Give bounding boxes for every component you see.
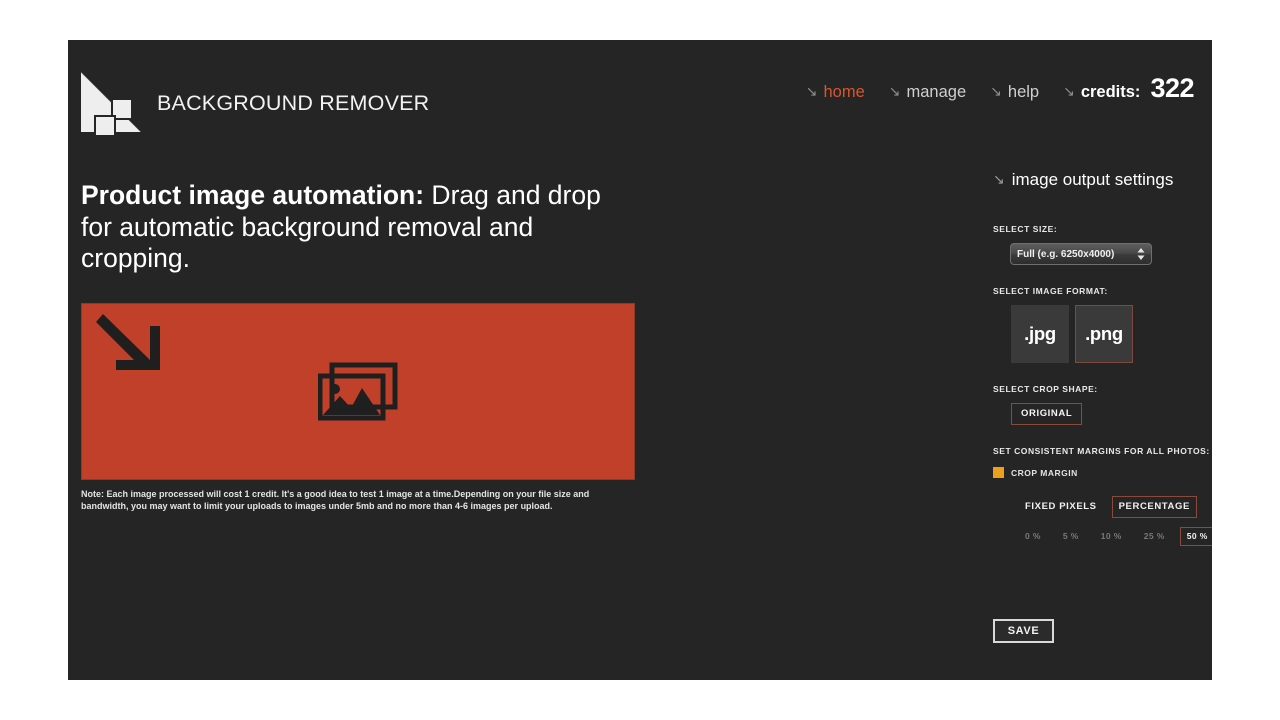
size-select[interactable]: Full (e.g. 6250x4000) — [1010, 243, 1152, 265]
arrow-down-right-large-icon — [92, 312, 164, 380]
app-window: BACKGROUND REMOVER ↘ home ↘ manage ↘ hel… — [68, 40, 1212, 680]
nav-item-label: manage — [907, 83, 967, 102]
margin-unit-percentage[interactable]: PERCENTAGE — [1112, 496, 1197, 518]
arrow-down-right-icon: ↘ — [990, 84, 1002, 98]
margin-unit-toggle: FIXED PIXELS PERCENTAGE — [1018, 496, 1208, 518]
arrow-down-right-icon: ↘ — [806, 84, 818, 98]
select-crop-shape-label: SELECT CROP SHAPE: — [993, 384, 1208, 394]
nav-item-label: help — [1008, 83, 1039, 102]
crop-shape-option-original[interactable]: ORIGINAL — [1011, 403, 1082, 425]
image-output-settings-panel: ↘ image output settings SELECT SIZE: Ful… — [993, 170, 1208, 643]
margins-group: SET CONSISTENT MARGINS FOR ALL PHOTOS: C… — [993, 446, 1208, 546]
crop-margin-checkbox[interactable] — [993, 467, 1004, 478]
image-dropzone[interactable] — [81, 303, 635, 480]
margin-percentage-50[interactable]: 50 % — [1180, 527, 1212, 546]
select-size-label: SELECT SIZE: — [993, 224, 1208, 234]
crop-shape-options: ORIGINAL — [1011, 403, 1208, 425]
nav-item-label: home — [824, 83, 865, 102]
nav-item-home[interactable]: ↘ home — [806, 83, 865, 102]
nav-item-credits[interactable]: ↘ credits: 322 — [1063, 73, 1194, 104]
nav-item-manage[interactable]: ↘ manage — [889, 83, 966, 102]
select-crop-shape-group: SELECT CROP SHAPE: ORIGINAL — [993, 384, 1208, 425]
brand-name: BACKGROUND REMOVER — [157, 91, 429, 116]
app-header: BACKGROUND REMOVER ↘ home ↘ manage ↘ hel… — [68, 40, 1212, 145]
arrow-down-right-icon: ↘ — [1063, 84, 1075, 98]
save-button[interactable]: SAVE — [993, 619, 1054, 643]
brand: BACKGROUND REMOVER — [81, 72, 429, 134]
crop-margin-label: CROP MARGIN — [1011, 468, 1078, 478]
format-option-png[interactable]: .png — [1075, 305, 1133, 363]
select-format-group: SELECT IMAGE FORMAT: .jpg .png — [993, 286, 1208, 363]
page-title: Product image automation: Drag and drop … — [81, 180, 626, 275]
select-size-control[interactable]: Full (e.g. 6250x4000) — [1010, 243, 1152, 265]
arrow-down-right-icon: ↘ — [889, 84, 901, 98]
stacked-photos-icon — [318, 362, 398, 422]
margin-percentage-10[interactable]: 10 % — [1094, 527, 1129, 546]
arrow-down-right-icon: ↘ — [993, 172, 1005, 186]
settings-panel-title-label: image output settings — [1012, 170, 1174, 190]
select-format-label: SELECT IMAGE FORMAT: — [993, 286, 1208, 296]
margin-unit-fixed-pixels[interactable]: FIXED PIXELS — [1018, 496, 1104, 518]
triangle-squares-logo-icon — [81, 72, 143, 134]
format-option-jpg[interactable]: .jpg — [1011, 305, 1069, 363]
format-options: .jpg .png — [1011, 305, 1208, 363]
margins-label: SET CONSISTENT MARGINS FOR ALL PHOTOS: — [993, 446, 1208, 456]
logo-square-lower — [94, 115, 116, 137]
margin-percentage-25[interactable]: 25 % — [1137, 527, 1172, 546]
page-title-strong: Product image automation: — [81, 180, 424, 210]
main-nav: ↘ home ↘ manage ↘ help ↘ credits: 322 — [806, 73, 1194, 104]
select-size-group: SELECT SIZE: Full (e.g. 6250x4000) — [993, 224, 1208, 265]
upload-note: Note: Each image processed will cost 1 c… — [81, 488, 633, 512]
credits-label: credits: — [1081, 83, 1141, 102]
margin-percentage-5[interactable]: 5 % — [1056, 527, 1086, 546]
credits-value: 322 — [1150, 73, 1194, 104]
margin-percentage-options: 0 % 5 % 10 % 25 % 50 % — [1018, 527, 1208, 546]
settings-panel-title: ↘ image output settings — [993, 170, 1208, 190]
format-option-label: .jpg — [1024, 323, 1056, 345]
nav-item-help[interactable]: ↘ help — [990, 83, 1039, 102]
main-content: Product image automation: Drag and drop … — [81, 180, 661, 275]
format-option-label: .png — [1085, 323, 1123, 345]
margin-percentage-0[interactable]: 0 % — [1018, 527, 1048, 546]
crop-margin-checkbox-row[interactable]: CROP MARGIN — [993, 467, 1208, 478]
